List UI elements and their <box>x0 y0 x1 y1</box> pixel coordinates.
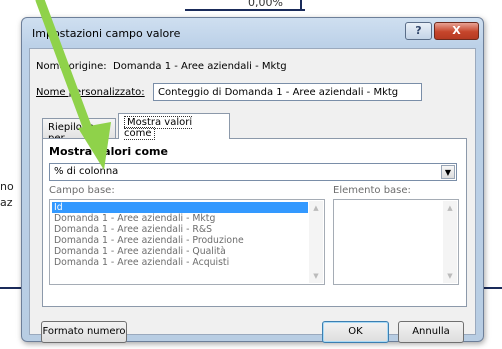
show-values-as-panel: Mostra valori come % di colonna ▼ Campo … <box>42 138 467 307</box>
origin-label: Nome origine: Domanda 1 - Aree aziendali… <box>36 61 287 72</box>
scroll-down-icon[interactable]: ▼ <box>443 269 457 283</box>
list-item[interactable]: Id <box>52 202 308 213</box>
spreadsheet-gridline <box>300 0 302 11</box>
dialog-titlebar[interactable]: Impostazioni campo valore ? X <box>22 18 483 46</box>
custom-name-label: Nome personalizzato: <box>36 87 145 98</box>
scroll-down-icon[interactable]: ▼ <box>309 269 323 283</box>
number-format-button[interactable]: Formato numero <box>41 321 127 343</box>
list-item[interactable]: Domanda 1 - Aree aziendali - Produzione <box>52 235 308 246</box>
list-item[interactable]: Domanda 1 - Aree aziendali - R&S <box>52 224 308 235</box>
spreadsheet-gridline <box>484 287 502 289</box>
tab-show-values-as-label: Mostra valori come <box>124 116 193 140</box>
group-title: Mostra valori come <box>49 145 168 158</box>
list-item[interactable]: Domanda 1 - Aree aziendali - Acquisti <box>52 257 308 268</box>
chevron-down-icon[interactable]: ▼ <box>441 165 455 179</box>
show-values-as-dropdown[interactable]: % di colonna ▼ <box>49 163 457 181</box>
help-button[interactable]: ? <box>405 22 432 40</box>
tab-summarize-by[interactable]: Riepiloga per <box>42 118 116 144</box>
list-item[interactable]: Domanda 1 - Aree aziendali - Qualità <box>52 246 308 257</box>
number-format-label: Formato numero <box>42 326 126 337</box>
base-item-list[interactable]: ▲ ▼ <box>333 199 459 285</box>
cancel-button[interactable]: Annulla <box>398 321 464 343</box>
list-item[interactable]: Domanda 1 - Aree aziendali - Mktg <box>52 213 308 224</box>
base-field-scrollbar[interactable]: ▲ ▼ <box>309 201 323 283</box>
tab-show-values-as[interactable]: Mostra valori come <box>118 113 230 140</box>
ok-button[interactable]: OK <box>322 321 389 343</box>
spreadsheet-cell: 0,00% <box>248 0 283 9</box>
dialog-title: Impostazioni campo valore <box>32 27 181 40</box>
base-field-label: Campo base: <box>49 185 115 196</box>
close-button[interactable]: X <box>434 22 479 40</box>
spreadsheet-gridline <box>185 9 305 11</box>
spreadsheet-gridline <box>0 287 22 289</box>
base-field-list[interactable]: Id Domanda 1 - Aree aziendali - Mktg Dom… <box>49 199 325 285</box>
scroll-up-icon[interactable]: ▲ <box>443 201 457 215</box>
value-field-settings-dialog: Impostazioni campo valore ? X Nome origi… <box>21 17 484 343</box>
spreadsheet-cell-fragment: az <box>0 196 13 209</box>
base-item-scrollbar[interactable]: ▲ ▼ <box>443 201 457 283</box>
base-item-label: Elemento base: <box>333 185 411 196</box>
custom-name-input[interactable] <box>153 83 422 101</box>
spreadsheet-cell-fragment: no <box>0 180 14 193</box>
scroll-up-icon[interactable]: ▲ <box>309 201 323 215</box>
dialog-client-area: Nome origine: Domanda 1 - Aree aziendali… <box>29 48 476 343</box>
origin-value: Domanda 1 - Aree aziendali - Mktg <box>113 61 287 72</box>
show-values-as-value: % di colonna <box>54 166 119 177</box>
